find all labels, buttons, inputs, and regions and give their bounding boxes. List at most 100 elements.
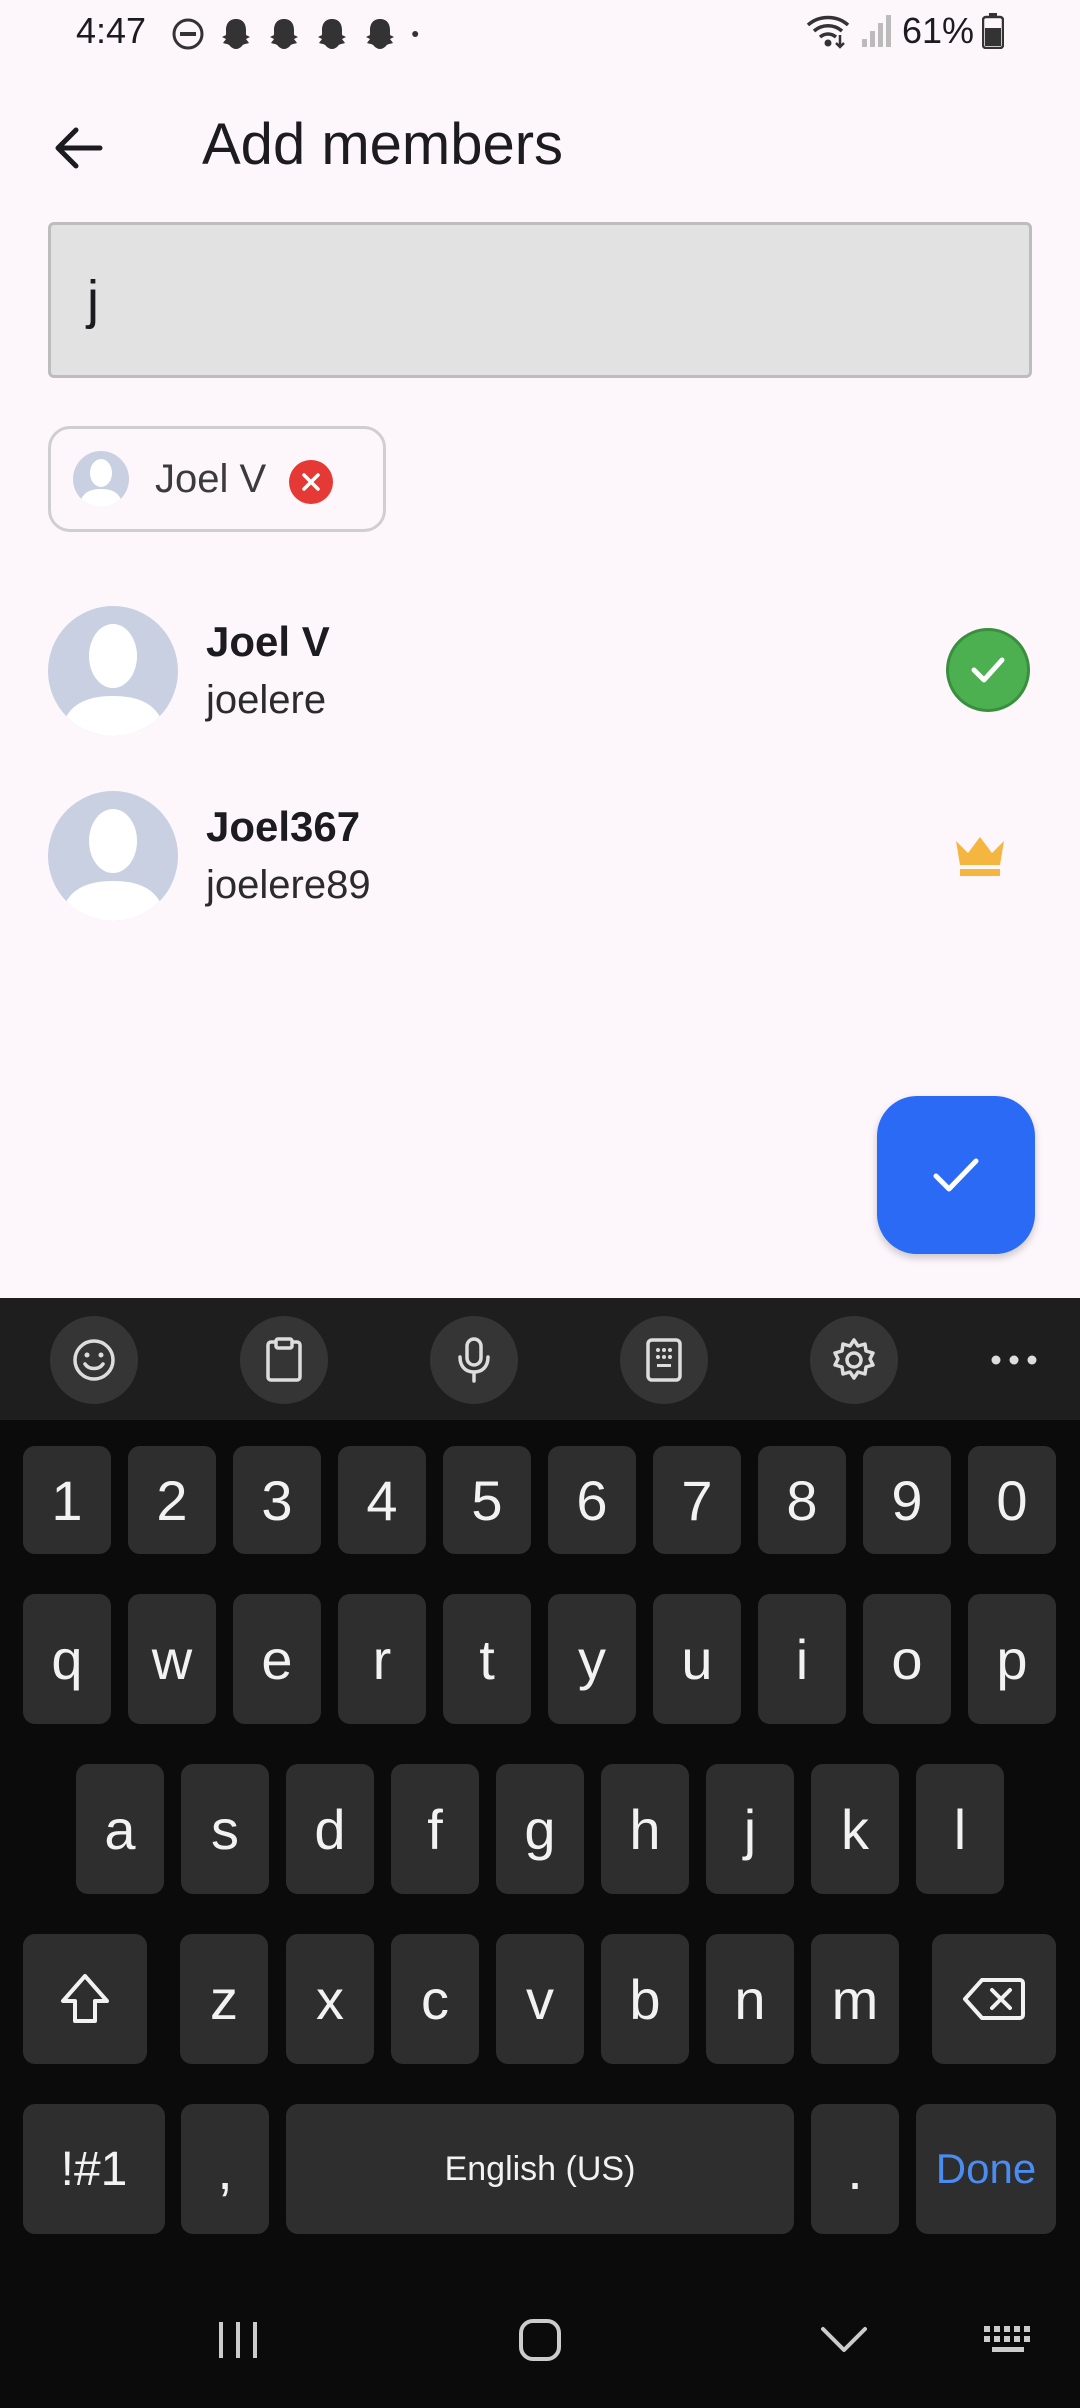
chip-label: Joel V xyxy=(155,456,267,501)
dot-icon xyxy=(412,31,419,37)
key-s[interactable]: s xyxy=(181,1764,269,1894)
app-bar: Add members xyxy=(0,90,1080,200)
check-icon xyxy=(933,1158,979,1192)
key-r[interactable]: r xyxy=(338,1594,426,1724)
snapchat-icon xyxy=(270,19,298,49)
close-icon xyxy=(302,473,320,491)
key-8[interactable]: 8 xyxy=(758,1446,846,1554)
key-i[interactable]: i xyxy=(758,1594,846,1724)
key-2[interactable]: 2 xyxy=(128,1446,216,1554)
keyboard-settings-button[interactable] xyxy=(810,1316,898,1404)
member-name: Joel367 xyxy=(206,803,361,850)
chevron-down-icon xyxy=(821,2327,867,2352)
clipboard-icon xyxy=(266,1337,302,1382)
status-bar: 4:47 61% xyxy=(0,0,1080,66)
key-6[interactable]: 6 xyxy=(548,1446,636,1554)
key-9[interactable]: 9 xyxy=(863,1446,951,1554)
notification-icons xyxy=(168,14,432,54)
snapchat-icon xyxy=(366,19,394,49)
key-c[interactable]: c xyxy=(391,1934,479,2064)
voice-input-button[interactable] xyxy=(430,1316,518,1404)
key-l[interactable]: l xyxy=(916,1764,1004,1894)
recents-button[interactable] xyxy=(198,2300,278,2380)
shift-key[interactable] xyxy=(23,1934,147,2064)
key-5[interactable]: 5 xyxy=(443,1446,531,1554)
wifi-icon xyxy=(806,15,850,49)
status-time: 4:47 xyxy=(76,10,147,51)
key-0[interactable]: 0 xyxy=(968,1446,1056,1554)
keyboard-icon xyxy=(984,2326,1030,2352)
confirm-button[interactable] xyxy=(877,1096,1035,1254)
key-1[interactable]: 1 xyxy=(23,1446,111,1554)
key-e[interactable]: e xyxy=(233,1594,321,1724)
gear-icon xyxy=(833,1338,875,1380)
key-a[interactable]: a xyxy=(76,1764,164,1894)
key-q[interactable]: q xyxy=(23,1594,111,1724)
dnd-icon xyxy=(172,18,204,50)
key-7[interactable]: 7 xyxy=(653,1446,741,1554)
system-nav-bar xyxy=(0,2270,1080,2408)
key-n[interactable]: n xyxy=(706,1934,794,2064)
key-k[interactable]: k xyxy=(811,1764,899,1894)
avatar xyxy=(73,451,129,507)
selected-member-chip[interactable]: Joel V xyxy=(48,426,386,532)
signal-icon xyxy=(861,15,891,47)
symbols-key[interactable]: !#1 xyxy=(23,2104,165,2234)
home-button[interactable] xyxy=(500,2300,580,2380)
search-input-value: j xyxy=(87,270,99,330)
comma-key[interactable]: , xyxy=(181,2104,269,2234)
backspace-key[interactable] xyxy=(932,1934,1056,2064)
key-o[interactable]: o xyxy=(863,1594,951,1724)
period-key[interactable]: . xyxy=(811,2104,899,2234)
keypad-icon xyxy=(646,1338,682,1382)
key-f[interactable]: f xyxy=(391,1764,479,1894)
key-z[interactable]: z xyxy=(180,1934,268,2064)
hide-keyboard-button[interactable] xyxy=(804,2300,884,2380)
space-key[interactable]: English (US) xyxy=(286,2104,794,2234)
check-icon xyxy=(971,657,1005,683)
key-v[interactable]: v xyxy=(496,1934,584,2064)
done-key[interactable]: Done xyxy=(916,2104,1056,2234)
back-button[interactable] xyxy=(40,110,116,186)
key-3[interactable]: 3 xyxy=(233,1446,321,1554)
key-y[interactable]: y xyxy=(548,1594,636,1724)
arrow-back-icon xyxy=(55,127,103,169)
key-h[interactable]: h xyxy=(601,1764,689,1894)
key-w[interactable]: w xyxy=(128,1594,216,1724)
remove-chip-button[interactable] xyxy=(289,460,333,504)
keyboard-toolbar xyxy=(0,1298,1080,1420)
key-x[interactable]: x xyxy=(286,1934,374,2064)
more-horizontal-icon xyxy=(991,1355,1037,1365)
page-title: Add members xyxy=(202,112,564,177)
snapchat-icon xyxy=(318,19,346,49)
status-right: 61% xyxy=(804,10,1004,52)
keyboard-switch-button[interactable] xyxy=(970,2300,1050,2380)
key-j[interactable]: j xyxy=(706,1764,794,1894)
person-silhouette-icon xyxy=(79,459,123,507)
key-d[interactable]: d xyxy=(286,1764,374,1894)
key-t[interactable]: t xyxy=(443,1594,531,1724)
avatar xyxy=(48,791,178,921)
key-u[interactable]: u xyxy=(653,1594,741,1724)
selected-check-badge[interactable] xyxy=(946,628,1030,712)
keyboard-mode-button[interactable] xyxy=(620,1316,708,1404)
list-item[interactable]: Joel367 joelere89 xyxy=(0,791,1080,971)
home-icon xyxy=(519,2319,561,2361)
key-g[interactable]: g xyxy=(496,1764,584,1894)
microphone-icon xyxy=(458,1337,490,1383)
key-4[interactable]: 4 xyxy=(338,1446,426,1554)
key-p[interactable]: p xyxy=(968,1594,1056,1724)
recents-icon xyxy=(219,2322,257,2358)
member-username: joelere89 xyxy=(206,863,371,907)
person-silhouette-icon xyxy=(60,624,166,736)
list-item[interactable]: Joel V joelere xyxy=(0,606,1080,786)
more-options-button[interactable] xyxy=(970,1316,1058,1404)
clipboard-button[interactable] xyxy=(240,1316,328,1404)
shift-icon xyxy=(61,1974,109,2023)
key-b[interactable]: b xyxy=(601,1934,689,2064)
key-m[interactable]: m xyxy=(811,1934,899,2064)
battery-icon xyxy=(982,13,1004,49)
search-input[interactable]: j xyxy=(48,222,1032,378)
emoji-button[interactable] xyxy=(50,1316,138,1404)
backspace-icon xyxy=(963,1978,1025,2020)
